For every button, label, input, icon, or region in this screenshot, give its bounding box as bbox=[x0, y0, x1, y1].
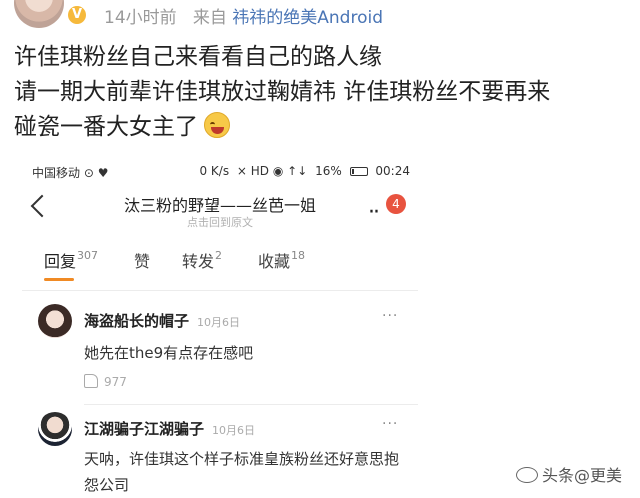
active-tab-indicator bbox=[44, 278, 74, 281]
commenter-name-text: 江湖骗子江湖骗子 bbox=[84, 420, 205, 438]
commenter-avatar[interactable] bbox=[38, 412, 72, 446]
commenter-name[interactable]: 海盗船长的帽子 10月6日 bbox=[84, 310, 240, 331]
status-icons-left: ⊙ ♥ bbox=[83, 166, 109, 180]
tab-count: 18 bbox=[291, 249, 306, 262]
tab-bar: 回复307 赞 转发2 收藏18 bbox=[22, 248, 418, 284]
comment-more-icon[interactable]: ··· bbox=[382, 308, 398, 324]
toutiao-logo-icon bbox=[516, 467, 538, 483]
nav-title: 汰三粉的野望——丝芭一姐 bbox=[123, 196, 316, 215]
notification-badge: 4 bbox=[386, 194, 406, 214]
tab-label: 收藏 bbox=[258, 252, 291, 271]
commenter-avatar[interactable] bbox=[38, 304, 72, 338]
post-line-last: 碰瓷一番大女主了 bbox=[14, 110, 634, 145]
tab-likes[interactable]: 赞 bbox=[134, 248, 150, 272]
embedded-screenshot: 中国移动 ⊙ ♥ 0 K/s × HD ◉ ↑↓ 16% 00:24 汰三粉的野… bbox=[22, 160, 418, 498]
tab-reposts[interactable]: 转发2 bbox=[182, 248, 222, 272]
source-prefix: 来自 bbox=[192, 8, 227, 28]
vip-badge-icon: V bbox=[66, 4, 88, 26]
tab-label: 回复 bbox=[44, 252, 77, 271]
watermark-text: 头条@更美 bbox=[542, 466, 623, 485]
post-line: 请一期大前辈许佳琪放过鞠婧祎 许佳琪粉丝不要再来 bbox=[14, 79, 551, 105]
source-link[interactable]: 祎祎的绝美Android bbox=[232, 8, 383, 28]
comment-more-icon[interactable]: ··· bbox=[382, 416, 398, 432]
net-speed: 0 K/s bbox=[199, 164, 230, 178]
post-line-text: 碰瓷一番大女主了 bbox=[14, 114, 198, 140]
watermark: 头条@更美 bbox=[516, 462, 622, 486]
thumbs-up-icon bbox=[84, 374, 98, 388]
tab-count: 307 bbox=[77, 249, 99, 262]
tab-label: 赞 bbox=[134, 252, 151, 271]
battery-icon bbox=[349, 167, 368, 176]
post-meta: 14小时前 来自 祎祎的绝美Android bbox=[104, 3, 383, 28]
commenter-name-text: 海盗船长的帽子 bbox=[84, 312, 190, 330]
more-dots-icon[interactable]: ·· bbox=[368, 202, 380, 224]
status-indicators: × HD ◉ ↑↓ bbox=[236, 164, 308, 178]
like-count: 977 bbox=[104, 375, 127, 389]
back-to-original-link[interactable]: 点击回到原文 bbox=[22, 214, 418, 230]
tab-replies[interactable]: 回复307 bbox=[44, 248, 98, 272]
status-left: 中国移动 ⊙ ♥ bbox=[32, 164, 108, 181]
post-header: V 14小时前 来自 祎祎的绝美Android bbox=[0, 0, 640, 30]
comment-text: 天呐，许佳琪这个样子标准皇族粉丝还好意思抱怨公司 bbox=[84, 450, 400, 494]
post-time: 14小时前 bbox=[104, 8, 177, 28]
tab-count: 2 bbox=[215, 249, 223, 262]
carrier-label: 中国移动 bbox=[32, 166, 81, 180]
comment-date: 10月6日 bbox=[212, 424, 256, 437]
tab-label: 转发 bbox=[182, 252, 215, 271]
comment-text: 她先在the9有点存在感吧 bbox=[84, 344, 254, 362]
tab-favorites[interactable]: 收藏18 bbox=[258, 248, 305, 272]
like-button[interactable]: 977 bbox=[84, 374, 127, 389]
status-bar: 中国移动 ⊙ ♥ 0 K/s × HD ◉ ↑↓ 16% 00:24 bbox=[22, 160, 418, 182]
comment-date: 10月6日 bbox=[197, 316, 241, 329]
author-avatar[interactable] bbox=[14, 0, 64, 28]
clock: 00:24 bbox=[375, 164, 410, 178]
status-right: 0 K/s × HD ◉ ↑↓ 16% 00:24 bbox=[195, 164, 410, 178]
divider bbox=[22, 290, 418, 291]
commenter-name[interactable]: 江湖骗子江湖骗子 10月6日 bbox=[84, 418, 255, 439]
weary-face-emoji-icon bbox=[204, 112, 230, 138]
divider bbox=[84, 404, 418, 405]
battery-percent: 16% bbox=[315, 164, 342, 178]
nav-bar: 汰三粉的野望——丝芭一姐 点击回到原文 ·· 4 bbox=[22, 184, 418, 234]
post-body: 许佳琪粉丝自己来看看自己的路人缘 请一期大前辈许佳琪放过鞠婧祎 许佳琪粉丝不要再… bbox=[14, 40, 634, 145]
post-line: 许佳琪粉丝自己来看看自己的路人缘 bbox=[14, 44, 382, 70]
